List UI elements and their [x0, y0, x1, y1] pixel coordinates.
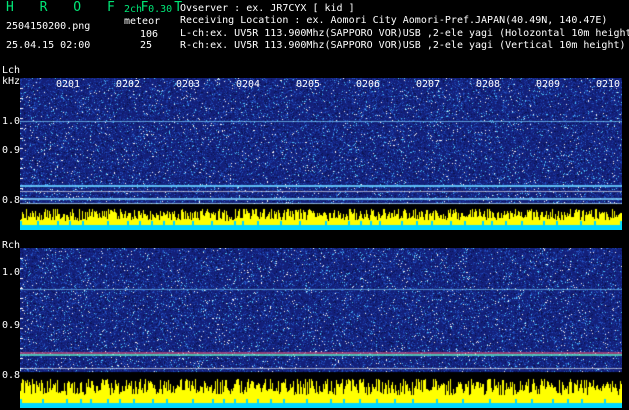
- location-line: Receiving Location : ex. Aomori City Aom…: [180, 15, 608, 26]
- meteor-label: meteor: [124, 16, 161, 27]
- time-label: 0208: [476, 79, 501, 90]
- time-label: 0206: [356, 79, 381, 90]
- lch-ylabel-3: 0.8: [2, 195, 21, 206]
- timestamp-label: 25.04.15 02:00: [6, 40, 91, 51]
- lch-meteor-count: 106: [140, 29, 159, 40]
- version-label: 2ch 0.30: [124, 4, 173, 15]
- rch-channel-label: Rch: [2, 240, 21, 251]
- filename-label: 2504150200.png: [6, 21, 91, 32]
- lch-spectrogram: [20, 78, 622, 230]
- time-label: 0210: [596, 79, 621, 90]
- lch-unit-label: kHz: [2, 76, 21, 87]
- time-label: 0209: [536, 79, 561, 90]
- time-label: 0205: [296, 79, 321, 90]
- time-label: 0204: [236, 79, 261, 90]
- rch-meteor-count: 25: [140, 40, 153, 51]
- observer-line: Ovserver : ex. JR7CYX [ kid ]: [180, 3, 355, 14]
- lch-ylabel-1: 1.0: [2, 116, 21, 127]
- rch-spectrogram: [20, 248, 622, 408]
- rch-description: R-ch:ex. UV5R 113.900Mhz(SAPPORO VOR)USB…: [180, 40, 626, 51]
- time-label: 0202: [116, 79, 141, 90]
- time-label: 0203: [176, 79, 201, 90]
- rch-ylabel-1: 1.0: [2, 267, 21, 278]
- time-label: 0207: [416, 79, 441, 90]
- lch-description: L-ch:ex. UV5R 113.900Mhz(SAPPORO VOR)USB…: [180, 28, 629, 39]
- lch-channel-label: Lch: [2, 65, 21, 76]
- rch-ylabel-2: 0.9: [2, 320, 21, 331]
- time-label: 0201: [56, 79, 81, 90]
- rch-ylabel-3: 0.8: [2, 370, 21, 381]
- lch-ylabel-2: 0.9: [2, 145, 21, 156]
